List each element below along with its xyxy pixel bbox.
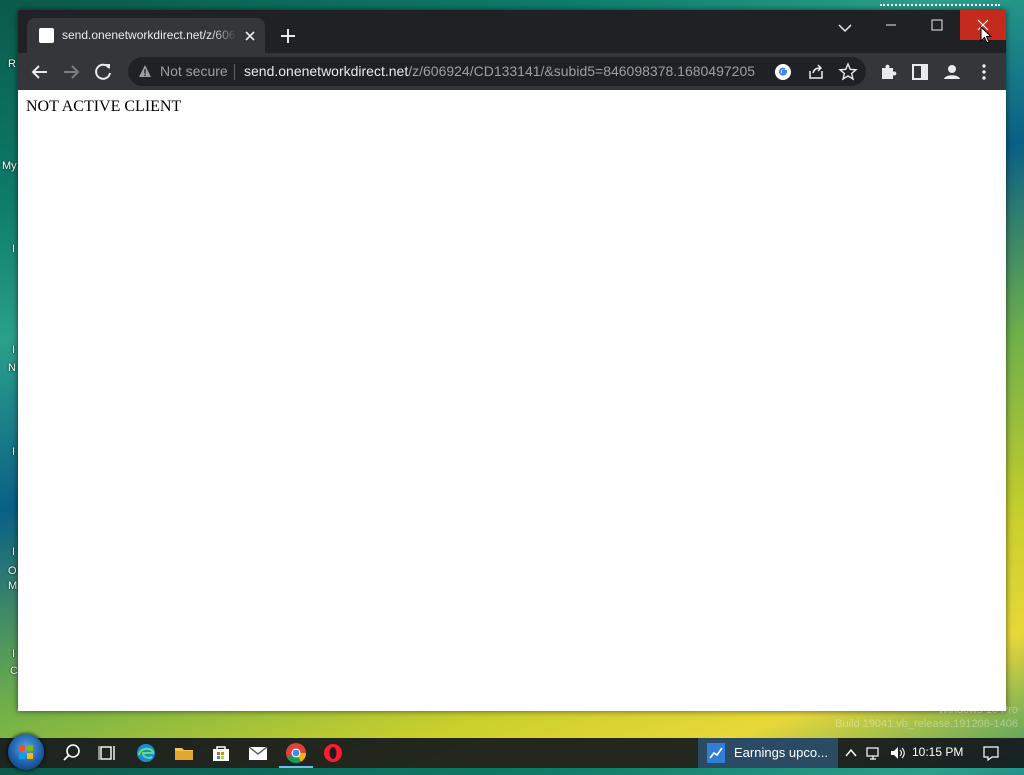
volume-icon[interactable] xyxy=(889,745,905,761)
stock-chart-icon xyxy=(707,743,725,763)
file-explorer-icon[interactable] xyxy=(173,742,195,764)
side-panel-icon[interactable] xyxy=(907,59,933,85)
desktop-icon-label: O xyxy=(8,565,17,577)
extensions-icon[interactable] xyxy=(875,59,901,85)
desktop-icon-label: R xyxy=(8,58,16,70)
new-tab-button[interactable] xyxy=(276,24,300,48)
watermark-line-2: Build 19041.vb_release.191206-1406 xyxy=(835,718,1018,730)
opera-icon[interactable] xyxy=(322,742,344,764)
chrome-icon[interactable] xyxy=(279,742,313,768)
store-icon[interactable] xyxy=(210,742,232,764)
taskbar-clock[interactable]: 10:15 PM xyxy=(912,745,963,759)
desktop-icon-label: I xyxy=(12,446,16,458)
profile-icon[interactable] xyxy=(939,59,965,85)
tab-close-icon[interactable] xyxy=(241,27,259,45)
minimize-button[interactable] xyxy=(868,10,914,40)
tab-search-chevron-icon[interactable] xyxy=(833,18,857,38)
maximize-button[interactable] xyxy=(914,10,960,40)
address-bar[interactable]: Not secure send.onenetworkdirect.net/z/6… xyxy=(128,57,866,86)
address-separator xyxy=(234,64,235,80)
search-icon[interactable] xyxy=(61,742,83,764)
page-favicon-icon xyxy=(39,28,54,43)
show-hidden-icons-chevron-icon[interactable] xyxy=(843,745,859,761)
watermark-line-1: Windows 10 Pro xyxy=(937,704,1018,716)
url-host: send.onenetworkdirect.net xyxy=(244,63,409,79)
reload-button[interactable] xyxy=(90,59,116,85)
tab-title: send.onenetworkdirect.net/z/606924/CD133… xyxy=(62,28,237,42)
desktop-icon-label: C xyxy=(10,665,18,677)
bookmark-star-icon[interactable] xyxy=(838,62,858,82)
desktop-icon-label: I xyxy=(12,344,16,356)
url-text[interactable]: send.onenetworkdirect.net/z/606924/CD133… xyxy=(244,63,755,79)
not-secure-label[interactable]: Not secure xyxy=(160,63,228,79)
desktop-icon-label: M xyxy=(8,580,18,592)
share-icon[interactable] xyxy=(806,62,826,82)
window-close-button[interactable] xyxy=(960,10,1006,44)
edge-icon[interactable] xyxy=(135,742,157,764)
desktop-icon-label: My xyxy=(2,160,17,172)
browser-window: send.onenetworkdirect.net/z/606924/CD133… xyxy=(18,4,1006,711)
page-content: NOT ACTIVE CLIENT xyxy=(18,90,1006,711)
notifications-icon[interactable] xyxy=(983,745,999,762)
menu-kebab-icon[interactable] xyxy=(971,59,997,85)
network-icon[interactable] xyxy=(866,745,882,761)
warning-icon xyxy=(139,65,151,77)
start-button[interactable] xyxy=(8,734,44,770)
google-lens-icon[interactable] xyxy=(773,62,793,82)
news-widget[interactable]: Earnings upco... xyxy=(698,738,838,768)
taskbar: Earnings upco... 10:15 PM xyxy=(0,734,1024,770)
forward-button[interactable] xyxy=(58,59,84,85)
desktop-icon-label: I xyxy=(12,648,16,660)
desktop-icon-label: I xyxy=(12,243,16,255)
windows-watermark: Windows 10 Pro Build 19041.vb_release.19… xyxy=(835,703,1018,731)
url-path: /z/606924/CD133141/&subid5=846098378.168… xyxy=(408,63,756,79)
windows-logo-icon xyxy=(19,745,33,759)
page-message: NOT ACTIVE CLIENT xyxy=(26,98,182,115)
task-view-icon[interactable] xyxy=(97,742,119,764)
desktop-icon-label: I xyxy=(12,546,16,558)
desktop-icon-label: N xyxy=(8,362,16,374)
mail-icon[interactable] xyxy=(247,742,269,764)
news-widget-label: Earnings upco... xyxy=(734,745,828,760)
mouse-cursor-icon xyxy=(980,26,992,44)
browser-tab[interactable]: send.onenetworkdirect.net/z/606924/CD133… xyxy=(27,18,265,53)
browser-toolbar: Not secure send.onenetworkdirect.net/z/6… xyxy=(18,53,1006,90)
title-bar: send.onenetworkdirect.net/z/606924/CD133… xyxy=(18,4,1006,53)
back-button[interactable] xyxy=(27,59,53,85)
